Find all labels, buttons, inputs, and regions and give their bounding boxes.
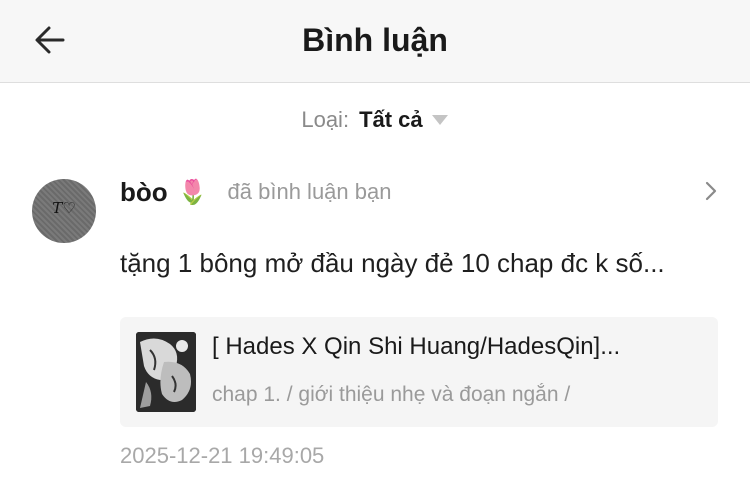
filter-row: Loại: Tất cả bbox=[0, 104, 750, 136]
username[interactable]: bòo bbox=[120, 177, 168, 208]
page-title: Bình luận bbox=[302, 22, 448, 58]
filter-dropdown[interactable]: Tất cả bbox=[359, 107, 449, 133]
comment-text: tặng 1 bông mở đầu ngày đẻ 10 chap đc k … bbox=[120, 248, 665, 278]
tulip-emoji: 🌷 bbox=[177, 178, 208, 206]
chevron-right-icon[interactable] bbox=[704, 180, 718, 202]
caret-down-icon bbox=[431, 115, 448, 125]
story-cover-image bbox=[136, 332, 196, 412]
comment-item[interactable]: T♡ bòo 🌷 đã bình luận bạn tặng 1 bông mở… bbox=[0, 160, 750, 480]
comment-header: bòo 🌷 đã bình luận bạn bbox=[120, 172, 391, 212]
story-chapter: chap 1. / giới thiệu nhẹ và đoạn ngắn / bbox=[212, 383, 571, 406]
story-card[interactable]: [ Hades X Qin Shi Huang/HadesQin]... cha… bbox=[120, 317, 718, 427]
top-bar: Bình luận bbox=[0, 0, 750, 83]
comment-action: đã bình luận bạn bbox=[227, 179, 392, 204]
avatar-text: T♡ bbox=[52, 199, 76, 217]
filter-label: Loại: bbox=[301, 107, 350, 132]
comment-timestamp: 2025-12-21 19:49:05 bbox=[120, 443, 325, 468]
story-title: [ Hades X Qin Shi Huang/HadesQin]... bbox=[212, 333, 621, 360]
filter-value: Tất cả bbox=[359, 107, 423, 132]
avatar[interactable]: T♡ bbox=[32, 179, 96, 243]
